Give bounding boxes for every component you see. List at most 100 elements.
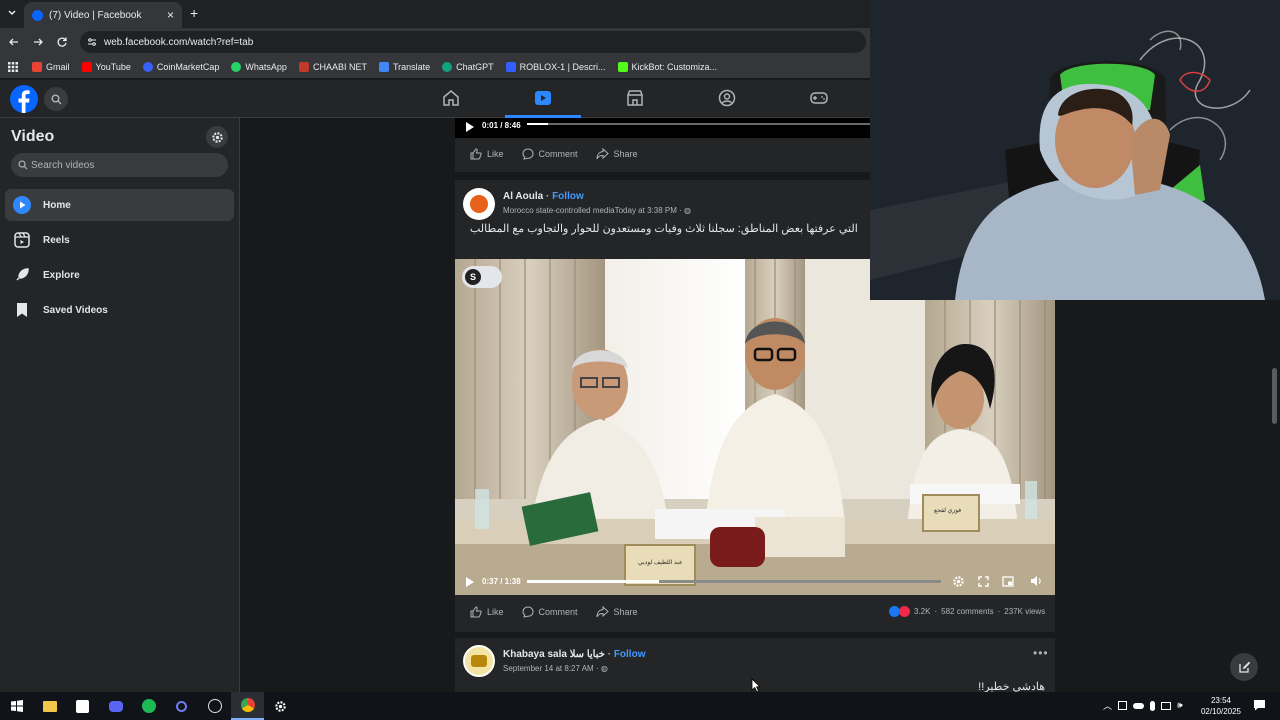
url-bar[interactable]: web.facebook.com/watch?ref=tab (80, 31, 866, 53)
avatar[interactable] (463, 645, 495, 677)
comment-button[interactable]: Comment (522, 606, 578, 618)
new-message-button[interactable] (1230, 653, 1258, 681)
network-icon[interactable] (1161, 701, 1172, 710)
app-button[interactable] (165, 692, 198, 720)
gear-icon (275, 700, 286, 712)
onedrive-icon[interactable] (1133, 702, 1145, 709)
clock-time: 23:54 (1210, 696, 1232, 705)
bookmark-chatgpt[interactable]: ChatGPT (442, 62, 494, 72)
khabaya-sala-logo-icon (471, 655, 487, 667)
circle-app-icon (176, 700, 187, 712)
reaction-count[interactable]: 3.2K (914, 607, 930, 616)
video-progress-track[interactable] (527, 580, 941, 583)
rocket-icon (13, 266, 31, 284)
browser-toolbar: web.facebook.com/watch?ref=tab (0, 28, 870, 56)
video-nav-icon[interactable] (534, 89, 554, 109)
groups-nav-icon[interactable] (718, 89, 738, 109)
comment-button[interactable]: Comment (522, 148, 578, 160)
video-player[interactable]: 0:01 / 8:46 (455, 118, 870, 138)
start-button[interactable] (0, 692, 33, 720)
mouse-cursor-icon (751, 678, 761, 693)
roblox-icon (505, 62, 516, 72)
obs-icon (207, 699, 222, 713)
sidebar-item-explore[interactable]: Explore (5, 259, 234, 291)
browser-tab[interactable]: (7) Video | Facebook × (24, 2, 182, 28)
video-sidebar: Video Search videos Home Reels Explore S… (0, 118, 240, 692)
home-nav-icon[interactable] (442, 89, 462, 109)
page-scrollbar-thumb[interactable] (1272, 368, 1277, 424)
search-placeholder: Search videos (31, 159, 95, 171)
sidebar-item-home[interactable]: Home (5, 189, 234, 221)
tab-title: (7) Video | Facebook (49, 9, 142, 21)
post-author-line: Al Aoula · Follow (503, 191, 584, 202)
translate-icon (378, 62, 389, 72)
video-settings-button[interactable] (206, 126, 228, 148)
video-player[interactable]: عبد اللطيف لوديي فوزي لقجع S 0:37 / 1:38 (455, 259, 1055, 595)
obs-button[interactable] (198, 692, 231, 720)
sidebar-item-reels[interactable]: Reels (5, 224, 234, 256)
site-info-icon[interactable] (87, 37, 97, 47)
facebook-search-button[interactable] (44, 87, 68, 111)
clock[interactable]: 23:54 02/10/2025 (1197, 695, 1245, 717)
more-options-icon[interactable]: ••• (1033, 646, 1049, 660)
notifications-icon[interactable] (1253, 699, 1266, 711)
video-progress-track[interactable] (527, 123, 870, 125)
share-button[interactable]: Share (596, 606, 638, 618)
apps-grid-icon[interactable] (8, 62, 18, 72)
reload-icon[interactable] (56, 36, 68, 48)
post-author[interactable]: Khabaya sala خبايا سلا (503, 649, 605, 660)
bookmark-chaabi-net[interactable]: CHAABI NET (298, 62, 367, 72)
settings-icon[interactable] (952, 575, 965, 588)
facebook-logo-icon[interactable] (10, 85, 38, 113)
follow-button[interactable]: Follow (552, 191, 584, 202)
tray-app-icon[interactable] (1118, 701, 1128, 710)
bookmark-translate[interactable]: Translate (378, 62, 430, 72)
picture-in-picture-icon[interactable] (1002, 576, 1014, 587)
bookmark-gmail[interactable]: Gmail (32, 62, 70, 72)
share-button[interactable]: Share (596, 148, 638, 160)
microphone-icon[interactable] (1150, 700, 1156, 711)
follow-button[interactable]: Follow (614, 649, 646, 660)
chaabi-net-icon (298, 62, 309, 72)
bookmark-kickbot[interactable]: KickBot: Customiza... (617, 62, 717, 72)
bookmark-whatsapp[interactable]: WhatsApp (231, 62, 287, 72)
nameplate-text: عبد اللطيف لوديي (638, 560, 683, 566)
new-tab-icon[interactable]: + (190, 5, 198, 21)
back-icon[interactable] (8, 36, 20, 48)
discord-button[interactable] (99, 692, 132, 720)
volume-icon[interactable] (1030, 575, 1042, 587)
gaming-nav-icon[interactable] (810, 89, 830, 109)
close-tab-icon[interactable]: × (167, 8, 174, 22)
gear-icon (211, 131, 223, 143)
post-author[interactable]: Al Aoula (503, 191, 543, 202)
post-author-line: Khabaya sala خبايا سلا · Follow (503, 649, 646, 660)
chrome-button[interactable] (231, 692, 264, 720)
like-button[interactable]: Like (470, 148, 504, 160)
search-videos-input[interactable]: Search videos (11, 153, 228, 177)
file-explorer-button[interactable] (33, 692, 66, 720)
play-icon (13, 196, 31, 214)
sidebar-item-saved-videos[interactable]: Saved Videos (5, 294, 234, 326)
forward-icon[interactable] (32, 36, 44, 48)
show-hidden-icons-icon[interactable]: ︿ (1103, 699, 1112, 712)
play-icon[interactable] (465, 121, 475, 133)
bookmark-youtube[interactable]: YouTube (81, 62, 131, 72)
facebook-top-nav (0, 80, 870, 118)
windows-logo-icon (10, 700, 23, 712)
video-frame-image (455, 259, 1055, 595)
bookmark-roblox[interactable]: ROBLOX-1 | Descri... (505, 62, 606, 72)
spotify-button[interactable] (132, 692, 165, 720)
marketplace-nav-icon[interactable] (626, 89, 646, 109)
sponsor-toggle[interactable]: S (462, 266, 502, 288)
fullscreen-icon[interactable] (978, 576, 989, 587)
webcam-image (870, 0, 1280, 300)
tab-list-icon[interactable] (6, 7, 18, 19)
comment-count[interactable]: 582 comments (941, 607, 993, 616)
play-icon[interactable] (465, 576, 475, 588)
volume-icon[interactable]: 🕪 (1177, 700, 1183, 711)
store-button[interactable] (66, 692, 99, 720)
avatar[interactable] (463, 188, 495, 220)
settings-button[interactable] (264, 692, 297, 720)
bookmark-coinmarketcap[interactable]: CoinMarketCap (142, 62, 219, 72)
like-button[interactable]: Like (470, 606, 504, 618)
